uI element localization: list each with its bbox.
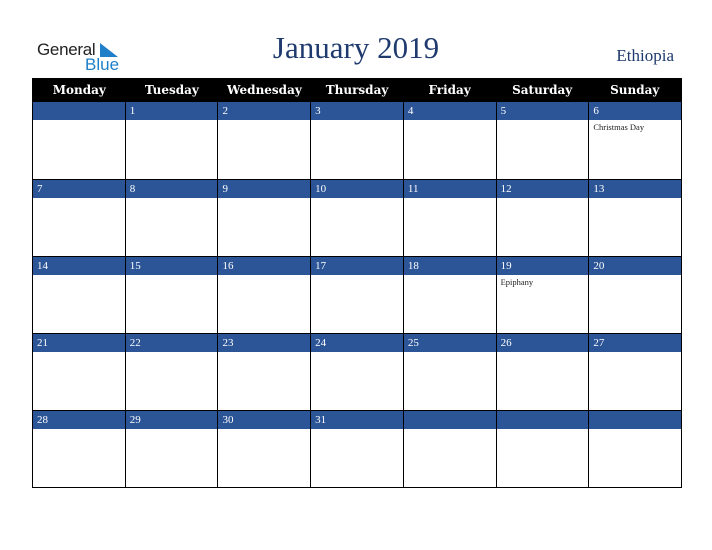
day-cell[interactable]: 24	[311, 333, 404, 410]
day-number: 13	[589, 180, 682, 198]
week-row: 14 15 16 17 18 19 Epiphany 20	[33, 256, 682, 333]
day-number	[403, 411, 496, 429]
day-cell[interactable]: 2	[218, 102, 312, 179]
calendar-title: January 2019	[272, 30, 440, 65]
day-cell[interactable]: 4	[403, 102, 497, 179]
week-row: 21 22 23 24 25 26 27	[33, 333, 682, 410]
day-number: 1	[125, 102, 218, 120]
day-number: 22	[125, 334, 218, 352]
day-number: 8	[125, 180, 218, 198]
day-number: 3	[311, 102, 403, 120]
day-number: 27	[589, 334, 682, 352]
day-number: 14	[33, 257, 125, 275]
weekday-sunday: Sunday	[610, 83, 660, 97]
day-number: 11	[403, 180, 496, 198]
day-cell[interactable]: 29	[125, 410, 219, 487]
day-number: 26	[496, 334, 589, 352]
weekday-saturday: Saturday	[512, 83, 573, 97]
week-row: 7 8 9 10 11 12 13	[33, 179, 682, 256]
day-number: 17	[311, 257, 403, 275]
day-number: 21	[33, 334, 125, 352]
day-number: 19	[496, 257, 589, 275]
day-number: 16	[218, 257, 311, 275]
day-cell[interactable]: 14	[33, 256, 126, 333]
day-cell[interactable]: 22	[125, 333, 219, 410]
day-cell[interactable]: 1	[125, 102, 219, 179]
day-number: 15	[125, 257, 218, 275]
day-number: 6	[589, 102, 682, 120]
day-cell[interactable]: 23	[218, 333, 312, 410]
day-cell[interactable]: 27	[589, 333, 682, 410]
day-number: 25	[403, 334, 496, 352]
day-cell[interactable]	[496, 410, 590, 487]
weekday-wednesday: Wednesday	[227, 83, 302, 97]
day-cell[interactable]: 19 Epiphany	[496, 256, 590, 333]
weekday-thursday: Thursday	[325, 83, 389, 97]
day-cell[interactable]: 10	[311, 179, 404, 256]
day-cell[interactable]: 26	[496, 333, 590, 410]
day-number: 31	[311, 411, 403, 429]
day-cell[interactable]: 5	[496, 102, 590, 179]
day-number	[589, 411, 682, 429]
day-cell[interactable]: 7	[33, 179, 126, 256]
day-cell[interactable]: 20	[589, 256, 682, 333]
day-cell[interactable]: 17	[311, 256, 404, 333]
day-cell[interactable]: 9	[218, 179, 312, 256]
day-cell[interactable]: 31	[311, 410, 404, 487]
day-number	[33, 102, 125, 120]
day-cell[interactable]: 11	[403, 179, 497, 256]
weekday-friday: Friday	[428, 83, 471, 97]
day-cell[interactable]: 28	[33, 410, 126, 487]
week-row: 1 2 3 4 5 6 Christmas Day	[33, 102, 682, 179]
country-label: Ethiopia	[616, 46, 674, 65]
day-number: 30	[218, 411, 311, 429]
day-number: 7	[33, 180, 125, 198]
day-number: 2	[218, 102, 311, 120]
day-number: 29	[125, 411, 218, 429]
day-cell[interactable]: 21	[33, 333, 126, 410]
day-number: 9	[218, 180, 311, 198]
day-number: 4	[403, 102, 496, 120]
day-cell[interactable]	[589, 410, 682, 487]
day-cell[interactable]	[33, 102, 126, 179]
week-row: 28 29 30 31	[33, 410, 682, 487]
day-number: 10	[311, 180, 403, 198]
day-cell[interactable]: 8	[125, 179, 219, 256]
day-cell[interactable]: 30	[218, 410, 312, 487]
calendar-grid: Monday Tuesday Wednesday Thursday Friday…	[32, 78, 682, 488]
day-number: 24	[311, 334, 403, 352]
day-cell[interactable]: 16	[218, 256, 312, 333]
day-number: 5	[496, 102, 589, 120]
day-number	[496, 411, 589, 429]
holiday-label: Epiphany	[500, 277, 534, 287]
day-number: 12	[496, 180, 589, 198]
day-cell[interactable]: 15	[125, 256, 219, 333]
weekday-monday: Monday	[52, 83, 106, 97]
day-cell[interactable]: 25	[403, 333, 497, 410]
day-cell[interactable]: 18	[403, 256, 497, 333]
holiday-label: Christmas Day	[593, 122, 645, 132]
day-cell[interactable]: 13	[589, 179, 682, 256]
day-cell[interactable]: 3	[311, 102, 404, 179]
day-cell[interactable]	[403, 410, 497, 487]
weekday-tuesday: Tuesday	[144, 83, 199, 97]
day-number: 23	[218, 334, 311, 352]
day-number: 20	[589, 257, 682, 275]
day-cell[interactable]: 6 Christmas Day	[589, 102, 682, 179]
day-number: 28	[33, 411, 125, 429]
weekday-header: Monday Tuesday Wednesday Thursday Friday…	[33, 78, 681, 102]
day-cell[interactable]: 12	[496, 179, 590, 256]
day-number: 18	[403, 257, 496, 275]
